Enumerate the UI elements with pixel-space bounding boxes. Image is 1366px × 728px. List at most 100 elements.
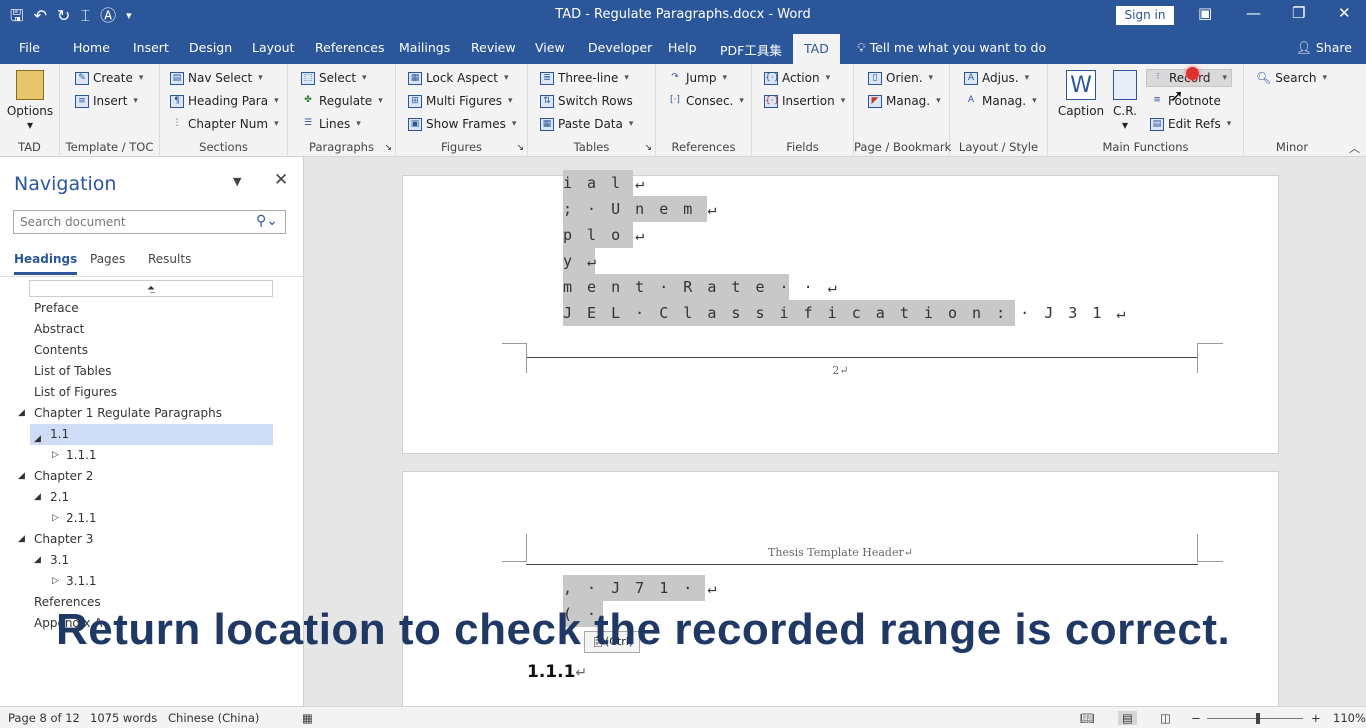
text-line[interactable]: p l o ↵ — [563, 222, 644, 248]
language[interactable]: Chinese (China) — [168, 711, 259, 725]
switch-rows-button[interactable]: ⇅ Switch Rows — [540, 94, 633, 108]
search-input[interactable]: Search document ⚲⌄ — [13, 210, 286, 234]
share-button[interactable]: 👤︎ Share — [1296, 40, 1352, 56]
macro-icon[interactable]: ▦ — [302, 711, 313, 725]
heading-item[interactable]: Abstract — [34, 319, 84, 340]
expanded-triangle-icon[interactable]: ◢ — [34, 555, 41, 565]
word-count[interactable]: 1075 words — [90, 711, 157, 725]
three-line-button[interactable]: ≣ Three-line ▾ — [540, 71, 629, 85]
lines-button[interactable]: ☰ Lines ▾ — [301, 117, 361, 131]
insertion-button[interactable]: {·} Insertion ▾ — [764, 94, 845, 108]
close-pane-icon[interactable]: ✕ — [274, 170, 288, 190]
tab-references[interactable]: References — [315, 40, 384, 55]
jump-button[interactable]: ↷ Jump ▾ — [668, 71, 727, 85]
bookmark-manag-button[interactable]: ◤ Manag. ▾ — [868, 94, 941, 108]
collapsed-triangle-icon[interactable]: ▷ — [52, 513, 59, 523]
read-mode-icon[interactable]: 📖︎ — [1080, 711, 1095, 725]
dialog-launcher-icon[interactable]: ↘ — [384, 143, 392, 153]
nav-select-button[interactable]: ▤ Nav Select ▾ — [170, 71, 263, 85]
tab-layout[interactable]: Layout — [252, 40, 295, 55]
paste-data-button[interactable]: ▦ Paste Data ▾ — [540, 117, 633, 131]
heading-item[interactable]: Chapter 3 — [34, 529, 93, 550]
page[interactable]: i a l ↵ ; · U n e m ↵ p l o ↵ y ↵ m e n … — [402, 170, 1279, 454]
heading-item[interactable]: List of Tables — [34, 361, 111, 382]
text-line[interactable]: y ↵ — [563, 248, 596, 274]
tab-home[interactable]: Home — [73, 40, 110, 55]
tab-review[interactable]: Review — [471, 40, 516, 55]
search-icon[interactable]: ⚲⌄ — [256, 213, 278, 229]
cr-button[interactable]: C.R. ▾ — [1110, 70, 1140, 132]
select-button[interactable]: ⬚ Select ▾ — [301, 71, 367, 85]
zoom-slider-thumb[interactable] — [1256, 713, 1260, 724]
collapsed-triangle-icon[interactable]: ▷ — [52, 450, 59, 460]
tab-insert[interactable]: Insert — [133, 40, 169, 55]
text-line[interactable]: J E L · C l a s s i f i c a t i o n : · … — [563, 300, 1125, 326]
heading-item[interactable]: 1.1.1 — [66, 445, 97, 466]
zoom-level[interactable]: 110% — [1333, 711, 1366, 725]
tab-design[interactable]: Design — [189, 40, 232, 55]
text-line[interactable]: ; · U n e m ↵ — [563, 196, 716, 222]
tab-mailings[interactable]: Mailings — [399, 40, 450, 55]
web-layout-icon[interactable]: ◫ — [1160, 711, 1171, 725]
heading-item[interactable]: Chapter 2 — [34, 466, 93, 487]
close-icon[interactable]: ✕ — [1338, 4, 1351, 22]
sign-in-button[interactable]: Sign in — [1116, 6, 1174, 25]
print-layout-icon[interactable]: ▤ — [1118, 711, 1137, 725]
expanded-triangle-icon[interactable]: ◢ — [18, 534, 25, 544]
regulate-button[interactable]: ✤ Regulate ▾ — [301, 94, 383, 108]
action-button[interactable]: {·} Action ▾ — [764, 71, 830, 85]
style-manag-button[interactable]: A Manag. ▾ — [964, 94, 1037, 108]
expanded-triangle-icon[interactable]: ◢ — [34, 492, 41, 502]
maximize-icon[interactable]: ❐ — [1292, 4, 1305, 22]
heading-item[interactable]: List of Figures — [34, 382, 117, 403]
heading-item[interactable]: 3.1.1 — [66, 571, 97, 592]
heading-1-1-1[interactable]: 1.1.1↵ — [527, 662, 587, 682]
adjus-button[interactable]: A Adjus. ▾ — [964, 71, 1029, 85]
tab-pages[interactable]: Pages — [90, 252, 125, 266]
orien-button[interactable]: ▯ Orien. ▾ — [868, 71, 933, 85]
heading-item[interactable]: Preface — [34, 298, 79, 319]
tell-me-box[interactable]: 💡︎ Tell me what you want to do — [857, 40, 1046, 56]
expanded-triangle-icon[interactable]: ◢ — [34, 429, 41, 450]
text-line[interactable]: i a l ↵ — [563, 170, 644, 196]
heading-para-button[interactable]: ¶ Heading Para ▾ — [170, 94, 279, 108]
page-count[interactable]: Page 8 of 12 — [8, 711, 80, 725]
zoom-in-button[interactable]: + — [1311, 711, 1321, 725]
tab-results[interactable]: Results — [148, 252, 191, 266]
heading-item[interactable]: Contents — [34, 340, 88, 361]
ribbon-display-icon[interactable]: ▣ — [1198, 4, 1212, 22]
heading-item[interactable]: Chapter 1 Regulate Paragraphs — [34, 403, 222, 424]
collapse-ribbon-icon[interactable]: ︿ — [1349, 140, 1360, 156]
dialog-launcher-icon[interactable]: ↘ — [644, 143, 652, 153]
tab-tad[interactable]: TAD — [793, 34, 840, 64]
heading-item[interactable]: 2.1 — [50, 487, 69, 508]
tab-help[interactable]: Help — [668, 40, 697, 55]
edit-refs-button[interactable]: ▤ Edit Refs ▾ — [1150, 117, 1231, 131]
collapse-all-button[interactable]: ⏶̲ — [29, 280, 273, 297]
expanded-triangle-icon[interactable]: ◢ — [18, 408, 25, 418]
tab-pdf-tools[interactable]: PDF工具集 — [720, 40, 782, 59]
text-line[interactable]: m e n t · R a t e · · ↵ — [563, 274, 837, 300]
page[interactable]: Thesis Template Header↵ , · J 7 1 · ↵ ( … — [402, 471, 1279, 706]
tab-headings[interactable]: Headings — [14, 252, 78, 275]
tab-developer[interactable]: Developer — [588, 40, 652, 55]
collapsed-triangle-icon[interactable]: ▷ — [52, 576, 59, 586]
chapter-num-button[interactable]: ⋮ Chapter Num ▾ — [170, 117, 279, 131]
chevron-down-icon[interactable]: ▼ — [233, 175, 241, 188]
tab-view[interactable]: View — [535, 40, 565, 55]
zoom-slider[interactable] — [1207, 718, 1303, 719]
create-button[interactable]: ✎ Create ▾ — [75, 71, 143, 85]
lock-aspect-button[interactable]: ▦ Lock Aspect ▾ — [408, 71, 508, 85]
heading-item-selected[interactable]: ◢ 1.1 — [30, 424, 273, 445]
caption-button[interactable]: W Caption — [1056, 70, 1106, 118]
consec-button[interactable]: [·] Consec. ▾ — [668, 94, 744, 108]
tab-file[interactable]: File — [19, 40, 40, 55]
zoom-out-button[interactable]: − — [1191, 711, 1201, 725]
expanded-triangle-icon[interactable]: ◢ — [18, 471, 25, 481]
options-button[interactable]: Options ▾ — [6, 70, 54, 132]
show-frames-button[interactable]: ▣ Show Frames ▾ — [408, 117, 516, 131]
text-line[interactable]: , · J 7 1 · ↵ — [563, 575, 716, 601]
heading-item[interactable]: 3.1 — [50, 550, 69, 571]
multi-figures-button[interactable]: ⊞ Multi Figures ▾ — [408, 94, 513, 108]
minimize-icon[interactable]: — — [1246, 4, 1261, 22]
